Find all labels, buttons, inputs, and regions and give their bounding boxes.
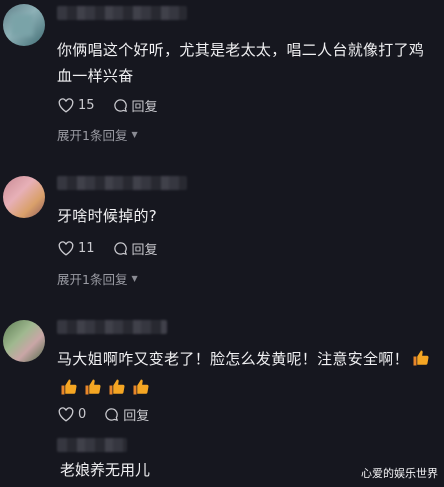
heart-icon bbox=[58, 240, 74, 256]
comment-text: 你俩唱这个好听，尤其是老太太，唱二人台就像打了鸡血一样兴奋 bbox=[57, 41, 425, 85]
like-button[interactable]: 0 bbox=[58, 407, 86, 422]
next-comment-text: 老娘养无用儿 bbox=[60, 461, 151, 479]
comment-icon bbox=[105, 407, 119, 421]
expand-replies[interactable]: 展开1条回复 ▼ bbox=[57, 269, 138, 288]
reply-button[interactable]: 回复 bbox=[113, 96, 158, 115]
reply-button[interactable]: 回复 bbox=[113, 239, 158, 258]
comment-text: 牙啥时候掉的? bbox=[57, 207, 158, 225]
thumbs-up-icon bbox=[84, 378, 102, 404]
thumbs-up-icon bbox=[132, 378, 150, 404]
thumbs-up-icon bbox=[60, 378, 78, 404]
username-blurred[interactable] bbox=[57, 6, 187, 20]
expand-label: 展开1条回复 bbox=[57, 272, 128, 287]
expand-label: 展开1条回复 bbox=[57, 128, 128, 143]
watermark: 心爱的娱乐世界 bbox=[361, 467, 438, 480]
like-count: 0 bbox=[78, 406, 87, 422]
heart-icon bbox=[58, 97, 74, 113]
reply-label: 回复 bbox=[131, 99, 158, 115]
comment-actions: 15 回复 bbox=[58, 96, 158, 115]
comment-actions: 0 回复 bbox=[58, 405, 149, 424]
username-blurred[interactable] bbox=[57, 176, 187, 190]
expand-replies[interactable]: 展开1条回复 ▼ bbox=[57, 125, 138, 144]
username-blurred[interactable] bbox=[57, 320, 167, 334]
chevron-down-icon: ▼ bbox=[131, 130, 138, 139]
comment-icon bbox=[113, 241, 127, 255]
avatar[interactable] bbox=[3, 4, 45, 46]
reply-label: 回复 bbox=[123, 408, 150, 424]
thumbs-up-icon bbox=[108, 378, 126, 404]
thumbs-up-icon bbox=[412, 349, 430, 375]
like-button[interactable]: 15 bbox=[58, 98, 95, 113]
comment-actions: 11 回复 bbox=[58, 239, 158, 258]
comment-icon bbox=[113, 98, 127, 112]
like-button[interactable]: 11 bbox=[58, 241, 95, 256]
avatar[interactable] bbox=[3, 320, 45, 362]
username-blurred[interactable] bbox=[57, 438, 127, 452]
like-count: 11 bbox=[78, 240, 95, 256]
avatar[interactable] bbox=[3, 176, 45, 218]
reply-label: 回复 bbox=[131, 242, 158, 258]
comment-text: 马大姐啊咋又变老了！脸怎么发黄呢！注意安全啊！ bbox=[57, 346, 434, 404]
like-count: 15 bbox=[78, 97, 95, 113]
chevron-down-icon: ▼ bbox=[131, 274, 138, 283]
reply-button[interactable]: 回复 bbox=[104, 405, 149, 424]
comment-text-content: 马大姐啊咋又变老了！脸怎么发黄呢！注意安全啊！ bbox=[57, 350, 409, 368]
heart-icon bbox=[58, 406, 74, 422]
